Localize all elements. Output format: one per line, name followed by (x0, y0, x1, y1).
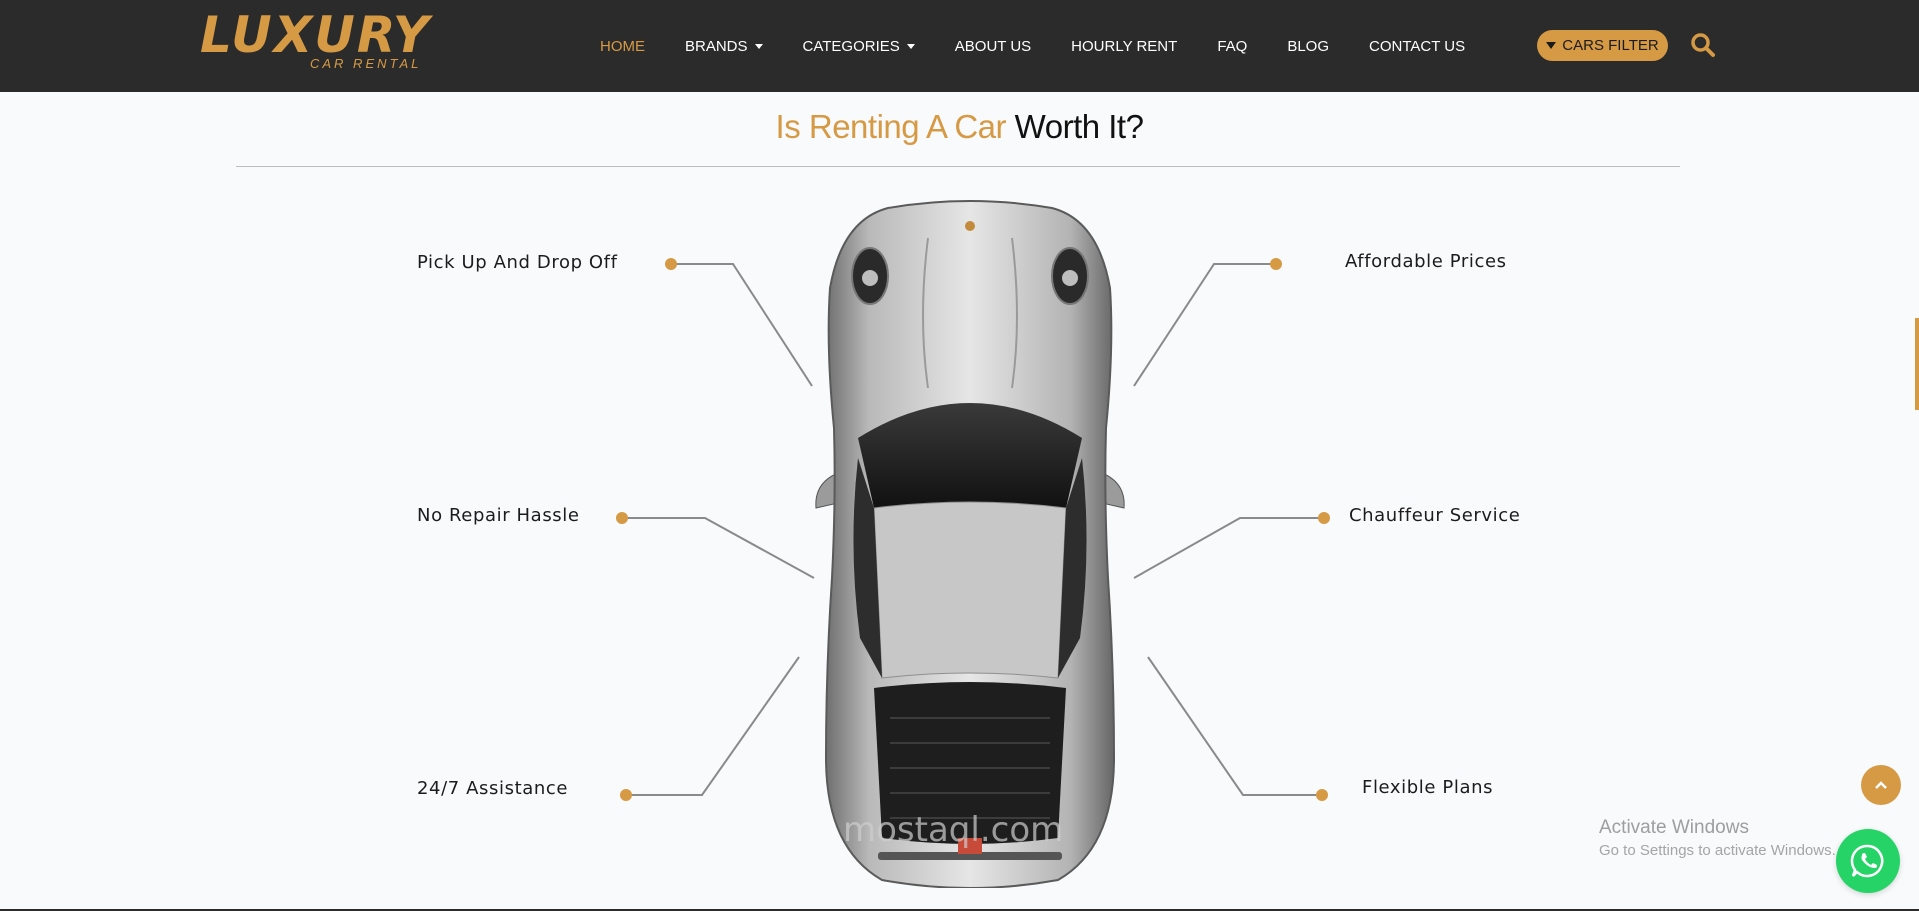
car-image (815, 200, 1125, 888)
feature-pick-up-drop-off: Pick Up And Drop Off (417, 252, 618, 273)
feature-no-repair-hassle: No Repair Hassle (417, 505, 580, 526)
feature-flexible-plans: Flexible Plans (1362, 777, 1494, 798)
watermark: mostaql.com (843, 810, 1064, 850)
feature-affordable-prices: Affordable Prices (1345, 251, 1507, 272)
activate-windows-title: Activate Windows (1599, 817, 1749, 838)
whatsapp-icon (1850, 844, 1884, 878)
chevron-up-icon (1875, 781, 1887, 789)
connector-dot (1270, 258, 1282, 270)
connector-dot (1318, 512, 1330, 524)
connector-dot (665, 258, 677, 270)
activate-windows-subtitle: Go to Settings to activate Windows. (1599, 842, 1836, 859)
connector-dot (616, 512, 628, 524)
feature-chauffeur-service: Chauffeur Service (1349, 505, 1521, 526)
scroll-to-top-button[interactable] (1861, 765, 1901, 805)
connector-dot (1316, 789, 1328, 801)
connector-dot (620, 789, 632, 801)
whatsapp-button[interactable] (1836, 829, 1900, 893)
feature-24-7-assistance: 24/7 Assistance (417, 778, 569, 799)
scrollbar-thumb[interactable] (1915, 318, 1919, 410)
